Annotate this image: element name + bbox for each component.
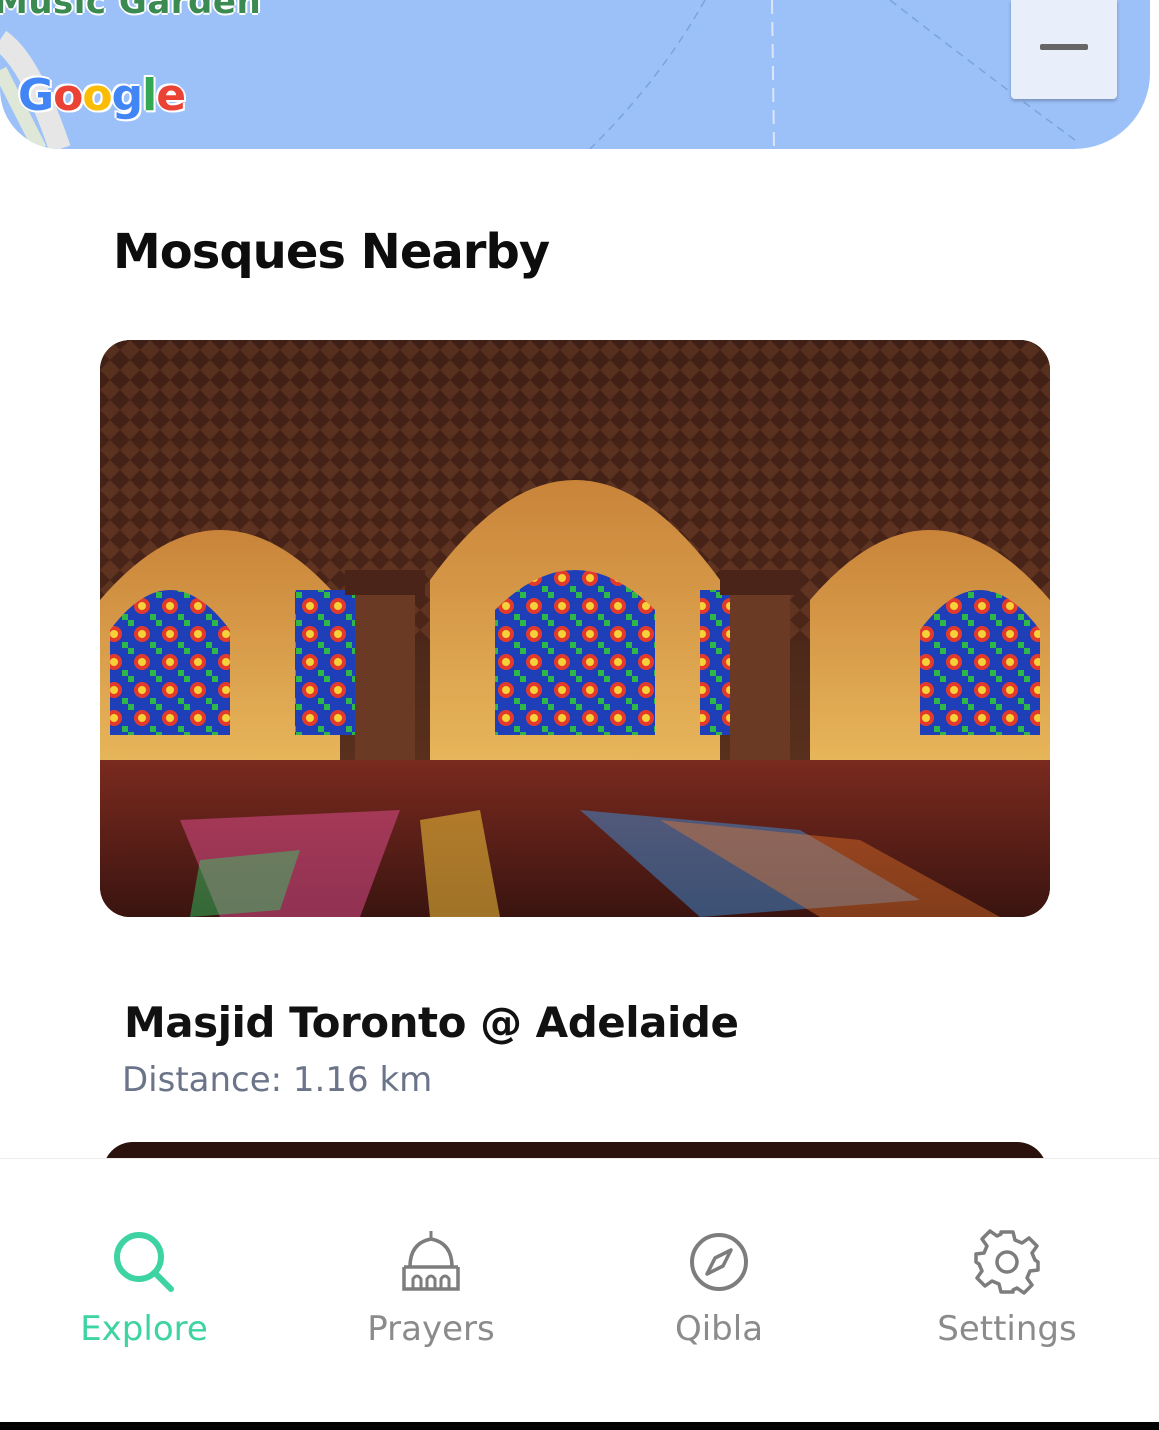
nav-settings-label: Settings	[937, 1309, 1077, 1349]
gear-icon	[974, 1229, 1040, 1295]
section-title: Mosques Nearby	[113, 224, 550, 280]
mosque-photo[interactable]	[100, 340, 1050, 917]
mosque-name[interactable]: Masjid Toronto @ Adelaide	[124, 998, 739, 1047]
system-navigation-bar	[0, 1422, 1159, 1430]
google-logo: Google	[18, 70, 186, 121]
compass-icon	[690, 1233, 748, 1291]
mosque-icon	[402, 1231, 460, 1291]
nav-prayers-label: Prayers	[367, 1309, 495, 1349]
minus-icon	[1040, 43, 1088, 50]
map-place-label: Music Garden	[0, 0, 262, 22]
nav-settings[interactable]: Settings	[863, 1159, 1151, 1423]
nav-prayers[interactable]: Prayers	[287, 1159, 575, 1423]
nav-qibla-label: Qibla	[674, 1309, 764, 1349]
mosque-distance: Distance: 1.16 km	[122, 1060, 433, 1100]
search-icon	[114, 1232, 174, 1292]
mosque-interior-illustration	[100, 340, 1050, 917]
nav-explore[interactable]: Explore	[0, 1159, 288, 1423]
nav-explore-label: Explore	[80, 1309, 208, 1349]
bottom-navigation: Explore Prayers Qibla Settings	[0, 1158, 1159, 1423]
zoom-out-button[interactable]	[1011, 0, 1117, 99]
nav-qibla[interactable]: Qibla	[575, 1159, 863, 1423]
map-view[interactable]: Music Garden Google	[0, 0, 1150, 149]
